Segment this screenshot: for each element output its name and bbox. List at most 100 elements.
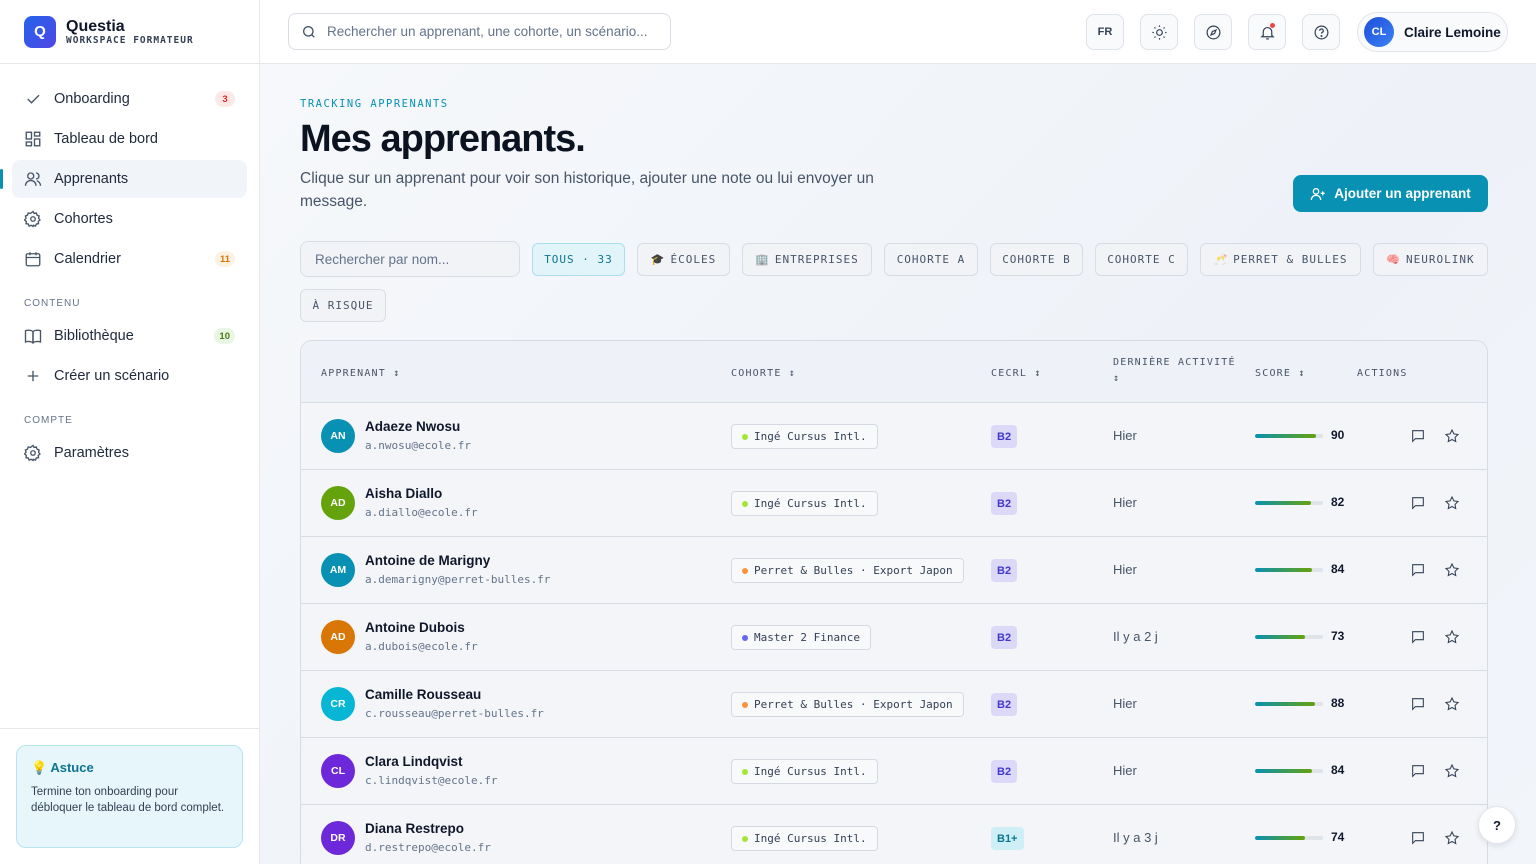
header-score[interactable]: SCORE ↕ (1255, 366, 1306, 382)
language-button[interactable]: FR (1086, 14, 1124, 50)
tip-text: Termine ton onboarding pour débloquer le… (31, 786, 225, 814)
message-button[interactable] (1409, 427, 1427, 445)
sidebar-item-create-scenario[interactable]: Créer un scénario (12, 357, 247, 395)
brand-subtitle: WORKSPACE FORMATEUR (66, 34, 194, 46)
cohort-tag: Master 2 Finance (731, 625, 871, 650)
sidebar-item-learners[interactable]: Apprenants (0, 160, 247, 198)
favorite-button[interactable] (1443, 695, 1461, 713)
notifications-button[interactable] (1248, 14, 1286, 50)
cohort-dot (742, 433, 748, 440)
score-bar (1255, 501, 1323, 505)
sidebar-item-dashboard[interactable]: Tableau de bord (12, 120, 247, 158)
filter-chip-cohort-a[interactable]: COHORTE A (884, 243, 978, 276)
brand-name: Questia (66, 17, 125, 35)
star-icon (1444, 830, 1460, 845)
library-badge: 10 (214, 328, 235, 344)
cohort-dot (742, 835, 748, 842)
brand[interactable]: Q Questia WORKSPACE FORMATEUR (0, 0, 259, 64)
learner-email: d.restrepo@ecole.fr (365, 841, 491, 854)
global-search[interactable] (288, 13, 671, 50)
favorite-button[interactable] (1443, 427, 1461, 445)
cohort-dot (742, 567, 748, 574)
section-account-heading: COMPTE (24, 415, 73, 426)
score-bar (1255, 702, 1323, 706)
avatar: AD (321, 620, 355, 654)
favorite-button[interactable] (1443, 561, 1461, 579)
table-row[interactable]: AD Aisha Diallo a.diallo@ecole.fr Ingé C… (301, 470, 1487, 537)
sidebar-item-label: Créer un scénario (54, 368, 170, 384)
sidebar-item-onboarding[interactable]: Onboarding 3 (12, 80, 247, 118)
explore-button[interactable] (1194, 14, 1232, 50)
table-row[interactable]: AM Antoine de Marigny a.demarigny@perret… (301, 537, 1487, 604)
score-bar (1255, 434, 1323, 438)
message-button[interactable] (1409, 494, 1427, 512)
filter-chip-all[interactable]: TOUS · 33 (532, 243, 625, 276)
help-button[interactable]: ? (1478, 806, 1516, 844)
favorite-button[interactable] (1443, 494, 1461, 512)
message-button[interactable] (1409, 762, 1427, 780)
header-last-activity[interactable]: DERNIÈRE ACTIVITÉ ↕ (1113, 355, 1236, 387)
header-learner[interactable]: APPRENANT ↕ (321, 366, 400, 382)
table-row[interactable]: DR Diana Restrepo d.restrepo@ecole.fr In… (301, 805, 1487, 864)
table-row[interactable]: AN Adaeze Nwosu a.nwosu@ecole.fr Ingé Cu… (301, 403, 1487, 470)
filter-chip-neurolink[interactable]: 🧠 NEUROLINK (1373, 243, 1488, 276)
favorite-button[interactable] (1443, 829, 1461, 847)
name-filter-input[interactable] (315, 251, 505, 267)
global-search-input[interactable] (327, 24, 657, 39)
filter-chip-cohort-c[interactable]: COHORTE C (1095, 243, 1188, 276)
learner-name: Diana Restrepo (365, 821, 465, 836)
sidebar-item-label: Tableau de bord (54, 131, 158, 147)
sidebar-item-label: Cohortes (54, 211, 113, 227)
add-learner-button[interactable]: Ajouter un apprenant (1293, 175, 1488, 212)
message-button[interactable] (1409, 628, 1427, 646)
user-menu[interactable]: CL Claire Lemoine (1357, 12, 1508, 52)
help-center-button[interactable] (1302, 14, 1340, 50)
theme-toggle-button[interactable] (1140, 14, 1178, 50)
avatar: DR (321, 821, 355, 855)
avatar: AM (321, 553, 355, 587)
user-plus-icon (1310, 187, 1325, 200)
sidebar-item-settings[interactable]: Paramètres (12, 434, 247, 472)
favorite-button[interactable] (1443, 762, 1461, 780)
score-value: 82 (1331, 495, 1345, 509)
lightbulb-icon: 💡 (31, 760, 48, 775)
score-bar (1255, 568, 1323, 572)
header-cohort[interactable]: COHORTE ↕ (731, 366, 796, 382)
message-button[interactable] (1409, 829, 1427, 847)
favorite-button[interactable] (1443, 628, 1461, 646)
sidebar-item-calendar[interactable]: Calendrier 11 (12, 240, 247, 278)
star-icon (1444, 696, 1460, 711)
avatar: CR (321, 687, 355, 721)
filter-chip-perret-bulles[interactable]: 🥂 PERRET & BULLES (1200, 243, 1361, 276)
message-button[interactable] (1409, 561, 1427, 579)
table-row[interactable]: CR Camille Rousseau c.rousseau@perret-bu… (301, 671, 1487, 738)
message-button[interactable] (1409, 695, 1427, 713)
sidebar-divider (0, 728, 259, 729)
filter-chip-at-risk[interactable]: À RISQUE (300, 289, 386, 322)
cohort-dot (742, 701, 748, 708)
section-content-heading: CONTENU (24, 298, 81, 309)
sidebar-item-label: Apprenants (54, 171, 129, 187)
filter-chip-schools[interactable]: 🎓 ÉCOLES (637, 243, 730, 276)
header-cecrl[interactable]: CECRL ↕ (991, 366, 1042, 382)
filter-chip-companies[interactable]: 🏢 ENTREPRISES (742, 243, 872, 276)
sidebar-item-library[interactable]: Bibliothèque 10 (12, 317, 247, 355)
sidebar-item-cohorts[interactable]: Cohortes (12, 200, 247, 238)
gear-icon (24, 444, 41, 462)
sun-icon (1151, 24, 1167, 40)
learner-email: c.lindqvist@ecole.fr (365, 774, 498, 787)
cecrl-badge: B1+ (991, 827, 1024, 850)
table-row[interactable]: AD Antoine Dubois a.dubois@ecole.fr Mast… (301, 604, 1487, 671)
avatar: AD (321, 486, 355, 520)
score-value: 73 (1331, 629, 1345, 643)
brand-logo: Q (24, 15, 56, 48)
filter-chip-cohort-b[interactable]: COHORTE B (990, 243, 1083, 276)
name-filter[interactable] (300, 241, 520, 277)
sidebar-item-label: Calendrier (54, 251, 121, 267)
sidebar: Q Questia WORKSPACE FORMATEUR Onboarding… (0, 0, 260, 864)
calendar-badge: 11 (214, 251, 235, 267)
table-row[interactable]: CL Clara Lindqvist c.lindqvist@ecole.fr … (301, 738, 1487, 805)
cecrl-badge: B2 (991, 425, 1018, 448)
user-name: Claire Lemoine (1404, 24, 1501, 40)
cohort-tag: Ingé Cursus Intl. (731, 759, 878, 784)
